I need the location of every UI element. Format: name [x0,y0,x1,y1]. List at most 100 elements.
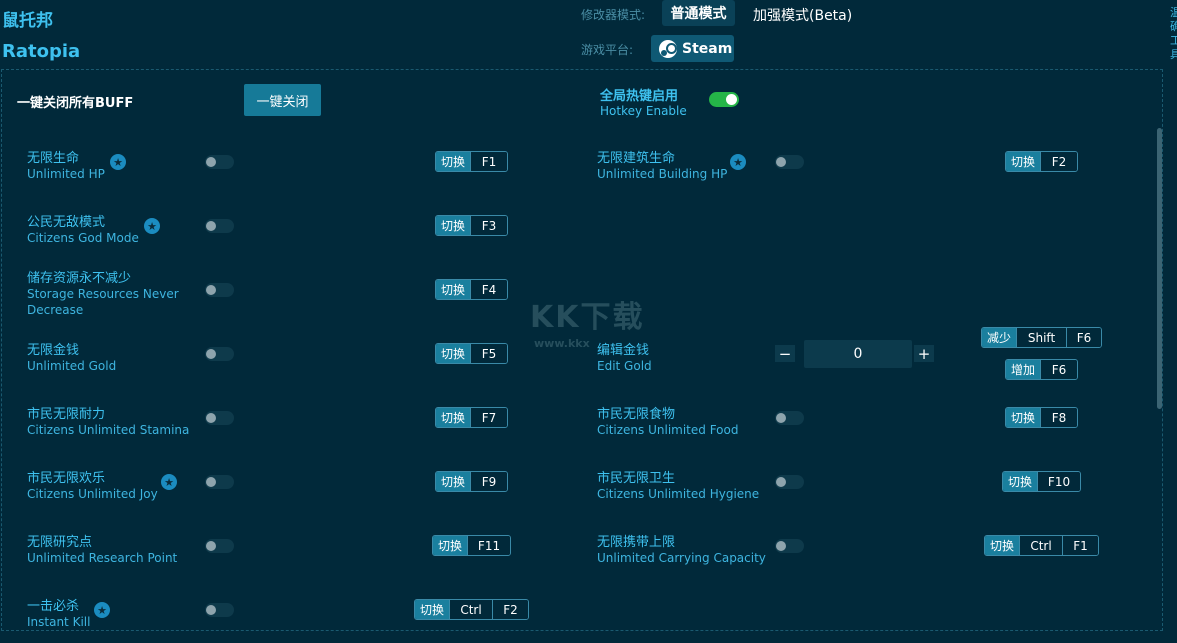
hotkey-citizens-god-mode[interactable]: 切换 F3 [435,215,508,236]
hotkey-action: 切换 [1006,152,1041,171]
steam-icon [659,39,677,58]
option-unlimited-carrying-capacity: 无限携带上限 Unlimited Carrying Capacity [597,531,766,566]
all-off-label: 一键关闭所有BUFF [17,96,134,111]
hotkey-unlimited-building-hp[interactable]: 切换 F2 [1005,151,1078,172]
hotkey-action: 切换 [436,216,471,235]
hotkey-storage-resources[interactable]: 切换 F4 [435,279,508,300]
option-unlimited-gold: 无限金钱 Unlimited Gold [27,339,116,374]
toggle-unlimited-hp[interactable] [205,155,234,169]
hotkey-edit-gold-increase[interactable]: 增加 F6 [1005,359,1078,380]
hotkey-action: 切换 [415,600,450,619]
hotkey-enable-switch[interactable] [709,92,739,107]
mode-beta-button[interactable]: 加强模式(Beta) [753,5,852,25]
option-unlimited-hp: 无限生命 Unlimited HP [27,147,105,182]
option-label-cn: 市民无限卫生 [597,471,676,486]
star-icon: ★ [144,218,160,234]
hotkey-key: F6 [1066,328,1101,347]
option-label-cn: 无限生命 [27,151,80,166]
plus-button[interactable]: + [914,345,934,363]
scrollbar[interactable] [1157,128,1162,409]
steam-label: Steam [682,40,733,57]
hotkey-key: Ctrl [449,600,493,619]
hotkey-action: 增加 [1006,360,1041,379]
option-instant-kill: 一击必杀 Instant Kill [27,595,90,630]
hotkey-citizens-unlimited-joy[interactable]: 切换 F9 [435,471,508,492]
toggle-unlimited-research-point[interactable] [205,539,234,553]
hotkey-instant-kill[interactable]: 切换 Ctrl F2 [414,599,529,620]
hotkey-edit-gold-decrease[interactable]: 减少 Shift F6 [981,327,1102,348]
right-edge-text: 温 确 工 具 [1170,6,1177,62]
hotkey-citizens-unlimited-hygiene[interactable]: 切换 F10 [1002,471,1081,492]
hotkey-key: Shift [1016,328,1067,347]
toggle-instant-kill[interactable] [205,603,234,617]
hotkey-unlimited-gold[interactable]: 切换 F5 [435,343,508,364]
option-citizens-unlimited-food: 市民无限食物 Citizens Unlimited Food [597,403,738,438]
option-label-en: Citizens Unlimited Stamina [27,423,190,437]
hotkey-key: Ctrl [1019,536,1063,555]
option-label-en: Unlimited Gold [27,359,117,373]
option-label-cn: 市民无限食物 [597,407,676,422]
option-label-cn: 无限金钱 [27,343,80,358]
platform-label: 游戏平台: [581,43,634,57]
hotkey-action: 切换 [436,280,471,299]
all-off-button[interactable]: 一键关闭 [244,84,321,116]
right-edge-char: 具 [1170,48,1177,61]
toggle-unlimited-gold[interactable] [205,347,234,361]
option-citizens-unlimited-joy: 市民无限欢乐 Citizens Unlimited Joy [27,467,158,502]
minus-button[interactable]: − [775,345,795,363]
toggle-citizens-unlimited-joy[interactable] [205,475,234,489]
hotkey-action: 切换 [1006,408,1041,427]
option-label-cn: 无限研究点 [27,535,93,550]
hotkey-citizens-unlimited-food[interactable]: 切换 F8 [1005,407,1078,428]
option-label-en: Storage Resources Never Decrease [27,287,179,317]
mode-label: 修改器模式: [581,8,646,22]
option-label-cn: 无限携带上限 [597,535,676,550]
option-label-cn: 储存资源永不减少 [27,271,132,286]
option-unlimited-research-point: 无限研究点 Unlimited Research Point [27,531,177,566]
toggle-citizens-unlimited-hygiene[interactable] [775,475,804,489]
toggle-unlimited-carrying-capacity[interactable] [775,539,804,553]
hotkey-key: F4 [470,280,507,299]
toggle-citizens-unlimited-food[interactable] [775,411,804,425]
hotkey-enable-label-en: Hotkey Enable [600,104,687,118]
option-citizens-unlimited-stamina: 市民无限耐力 Citizens Unlimited Stamina [27,403,189,438]
hotkey-key: F5 [470,344,507,363]
hotkey-key: F7 [470,408,507,427]
hotkey-citizens-unlimited-stamina[interactable]: 切换 F7 [435,407,508,428]
hotkey-unlimited-research-point[interactable]: 切换 F11 [432,535,511,556]
option-label-cn: 编辑金钱 [597,343,650,358]
hotkey-key: F3 [470,216,507,235]
app-title-en: Ratopia [2,41,81,62]
mode-normal-button[interactable]: 普通模式 [662,0,735,26]
toggle-storage-resources[interactable] [205,283,234,297]
option-label-cn: 市民无限欢乐 [27,471,106,486]
star-icon: ★ [110,154,126,170]
option-label-cn: 无限建筑生命 [597,151,676,166]
option-label-en: Unlimited Carrying Capacity [597,551,766,565]
hotkey-action: 切换 [436,408,471,427]
option-label-en: Citizens God Mode [27,231,139,245]
option-edit-gold: 编辑金钱 Edit Gold [597,339,652,374]
option-storage-resources: 储存资源永不减少 Storage Resources Never Decreas… [27,267,187,318]
hotkey-action: 切换 [985,536,1020,555]
option-label-cn: 公民无敌模式 [27,215,106,230]
hotkey-unlimited-hp[interactable]: 切换 F1 [435,151,508,172]
gold-value-input[interactable]: 0 [804,340,912,368]
right-edge-char: 确 [1170,20,1177,33]
hotkey-key: F8 [1040,408,1077,427]
star-icon: ★ [161,474,177,490]
toggle-citizens-unlimited-stamina[interactable] [205,411,234,425]
option-label-en: Citizens Unlimited Hygiene [597,487,760,501]
hotkey-key: F2 [492,600,528,619]
star-icon: ★ [94,602,110,618]
hotkey-enable-label-cn: 全局热键启用 [600,89,679,104]
hotkey-key: F9 [470,472,507,491]
toggle-citizens-god-mode[interactable] [205,219,234,233]
hotkey-unlimited-carrying-capacity[interactable]: 切换 Ctrl F1 [984,535,1099,556]
option-citizens-unlimited-hygiene: 市民无限卫生 Citizens Unlimited Hygiene [597,467,759,502]
option-label-en: Edit Gold [597,359,652,373]
steam-button[interactable]: Steam [651,35,734,62]
option-label-en: Unlimited Building HP [597,167,728,181]
toggle-unlimited-building-hp[interactable] [775,155,804,169]
app-title-cn: 鼠托邦 [2,11,53,31]
